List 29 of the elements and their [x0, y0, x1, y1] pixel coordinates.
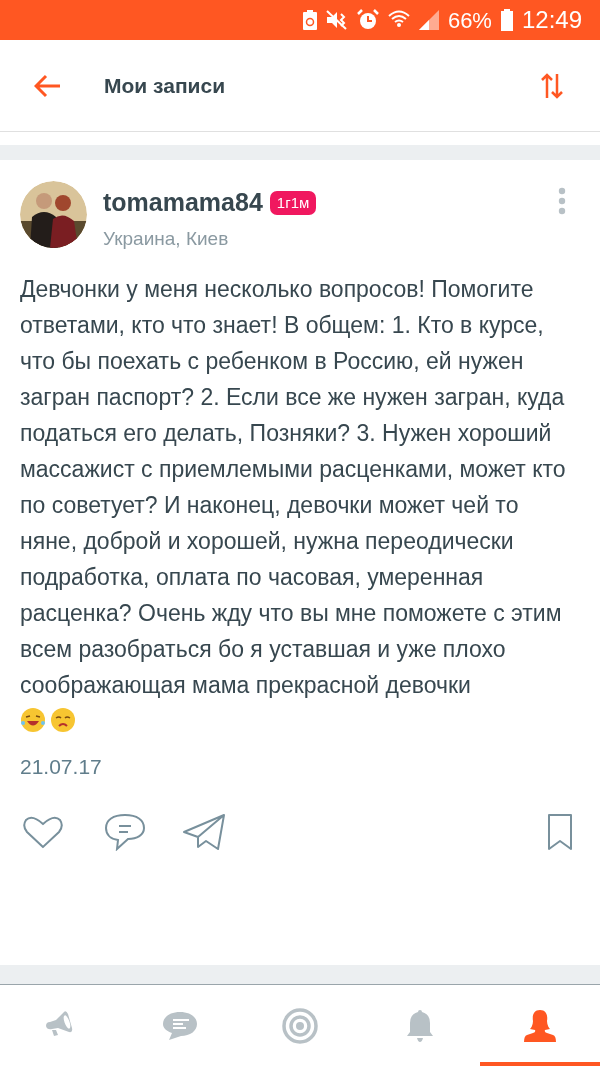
battery-saver-icon	[302, 10, 317, 30]
battery-percent: 66%	[447, 6, 492, 35]
post-date: 21.07.17	[20, 754, 103, 780]
paper-plane-icon	[182, 812, 226, 851]
page-title: Мои записи	[104, 72, 226, 99]
author-location: Украина, Киев	[103, 226, 230, 251]
battery-icon	[500, 9, 513, 31]
heart-icon	[22, 814, 64, 849]
laughing-emoji-icon	[20, 707, 46, 733]
person-icon	[523, 1008, 557, 1043]
alarm-icon	[356, 9, 379, 31]
weary-emoji-icon	[50, 707, 76, 733]
comment-button[interactable]	[104, 812, 146, 851]
back-arrow-icon	[34, 73, 62, 98]
more-options-button[interactable]	[556, 187, 568, 217]
target-icon	[281, 1006, 319, 1045]
bookmark-icon	[547, 812, 573, 851]
share-button[interactable]	[182, 812, 226, 851]
author-name[interactable]: tomamama84	[103, 184, 263, 222]
vibrate-off-icon	[325, 10, 348, 30]
bookmark-button[interactable]	[546, 812, 574, 851]
more-vertical-icon	[558, 187, 566, 215]
post-text: Девчонки у меня несколько вопросов! Помогите ответами, кто что знает! В общем: 1. Кто в курсе, что бы поехать с ребенком в Россию, ей нужен загран паспорт? 2. Если все же нужен загран, куда податься его делать, Позняки? 3. Нужен хороший массажист с приемлемыми расценками, может кто по советует? И наконец, девочки может чей то няне, доброй и хорошей, нужна переодически подработка, оплата по часовая, умеренная расценка? Очень жду что вы мне поможете с этим всем разобраться бо я уставшая и уже плохо соображающая мама прекрасной девочки	[20, 275, 567, 700]
clock: 12:49	[521, 5, 582, 35]
bell-icon	[405, 1007, 435, 1044]
speech-bubble-icon	[104, 812, 146, 851]
signal-icon	[418, 10, 439, 30]
sort-arrows-icon	[540, 71, 564, 100]
age-badge: 1г1м	[269, 190, 317, 215]
